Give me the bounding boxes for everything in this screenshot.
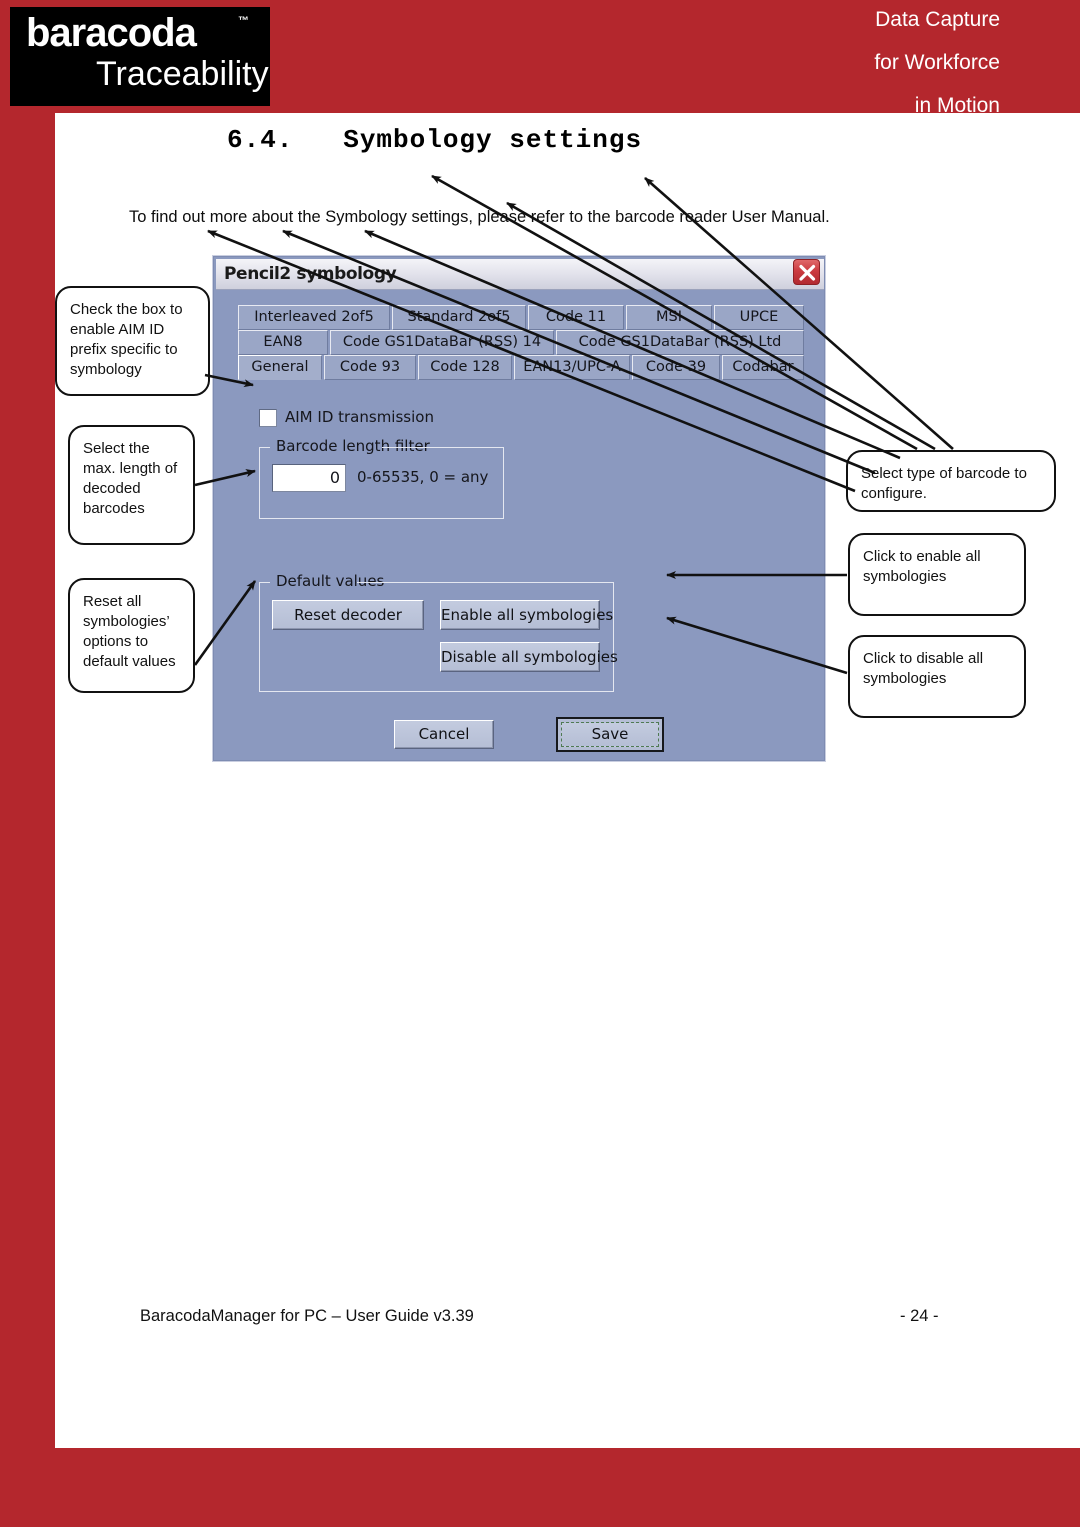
dialog-title: Pencil2 symbology <box>224 264 397 284</box>
baracoda-logo: baracoda ™ Traceability <box>10 7 270 106</box>
logo-subtitle: Traceability <box>96 55 269 93</box>
barcode-length-filter-title: Barcode length filter <box>272 437 434 455</box>
default-values-title: Default values <box>272 572 389 590</box>
disable-all-symbologies-button[interactable]: Disable all symbologies <box>440 642 618 672</box>
default-values-group: Default values Reset decoder Enable all … <box>259 572 618 692</box>
pencil2-symbology-dialog: Pencil2 symbology Interleaved 2of5 Stand… <box>213 256 825 761</box>
tab-upce[interactable]: UPCE <box>714 305 804 330</box>
tab-row-3: General Code 93 Code 128 EAN13/UPC-A Cod… <box>238 355 804 380</box>
trademark-icon: ™ <box>238 15 249 27</box>
tab-gs1databar-rss-14[interactable]: Code GS1DataBar (RSS) 14 <box>330 330 554 355</box>
enable-all-symbologies-button[interactable]: Enable all symbologies <box>440 600 613 630</box>
tab-general[interactable]: General <box>238 355 322 380</box>
tab-code-128[interactable]: Code 128 <box>418 355 512 380</box>
save-button[interactable]: Save <box>561 722 659 747</box>
tab-codabar[interactable]: Codabar <box>722 355 804 380</box>
document-sheet: 6.4. Symbology settings To find out more… <box>55 113 1080 1448</box>
barcode-length-filter-group: Barcode length filter 0 0-65535, 0 = any <box>259 437 504 519</box>
callout-enable-all: Click to enable all symbologies <box>848 533 1026 616</box>
callout-aim-id: Check the box to enable AIM ID prefix sp… <box>55 286 210 396</box>
tab-gs1databar-rss-ltd[interactable]: Code GS1DataBar (RSS) Ltd <box>556 330 804 355</box>
aim-id-transmission-label: AIM ID transmission <box>285 408 434 426</box>
barcode-length-input[interactable]: 0 <box>272 464 346 492</box>
logo-wordmark: baracoda <box>26 11 197 55</box>
tab-row-1: Interleaved 2of5 Standard 2of5 Code 11 M… <box>238 305 804 330</box>
callout-disable-all: Click to disable all symbologies <box>848 635 1026 718</box>
callout-max-length: Select the max. length of decoded barcod… <box>68 425 195 545</box>
tab-code-93[interactable]: Code 93 <box>324 355 416 380</box>
tab-msi[interactable]: MSI <box>626 305 712 330</box>
tab-interleaved-2of5[interactable]: Interleaved 2of5 <box>238 305 390 330</box>
tab-standard-2of5[interactable]: Standard 2of5 <box>392 305 526 330</box>
tagline-line-1: Data Capture <box>875 8 1000 31</box>
tab-code-39[interactable]: Code 39 <box>632 355 720 380</box>
barcode-length-hint: 0-65535, 0 = any <box>357 468 489 486</box>
aim-id-transmission-checkbox[interactable] <box>259 409 277 427</box>
tagline-line-2: for Workforce <box>874 51 1000 74</box>
callout-reset-all: Reset all symbologies’ options to defaul… <box>68 578 195 693</box>
tab-ean13-upc-a[interactable]: EAN13/UPC-A <box>514 355 630 380</box>
cancel-button[interactable]: Cancel <box>394 720 494 749</box>
intro-paragraph: To find out more about the Symbology set… <box>129 208 830 226</box>
footer-guide-label: BaracodaManager for PC – User Guide v3.3… <box>140 1307 474 1325</box>
brand-header-band: baracoda ™ Traceability Data Capture for… <box>0 0 1080 117</box>
tab-code-11[interactable]: Code 11 <box>528 305 624 330</box>
page-title: 6.4. Symbology settings <box>227 125 643 155</box>
save-button-focus-frame: Save <box>556 717 664 752</box>
tab-row-2: EAN8 Code GS1DataBar (RSS) 14 Code GS1Da… <box>238 330 804 355</box>
reset-decoder-button[interactable]: Reset decoder <box>272 600 424 630</box>
close-icon[interactable] <box>793 259 820 285</box>
page-number: - 24 - <box>900 1307 939 1325</box>
callout-select-type: Select type of barcode to configure. <box>846 450 1056 512</box>
page-root: baracoda ™ Traceability Data Capture for… <box>0 0 1080 1527</box>
tab-ean8[interactable]: EAN8 <box>238 330 328 355</box>
dialog-titlebar: Pencil2 symbology <box>216 259 824 290</box>
